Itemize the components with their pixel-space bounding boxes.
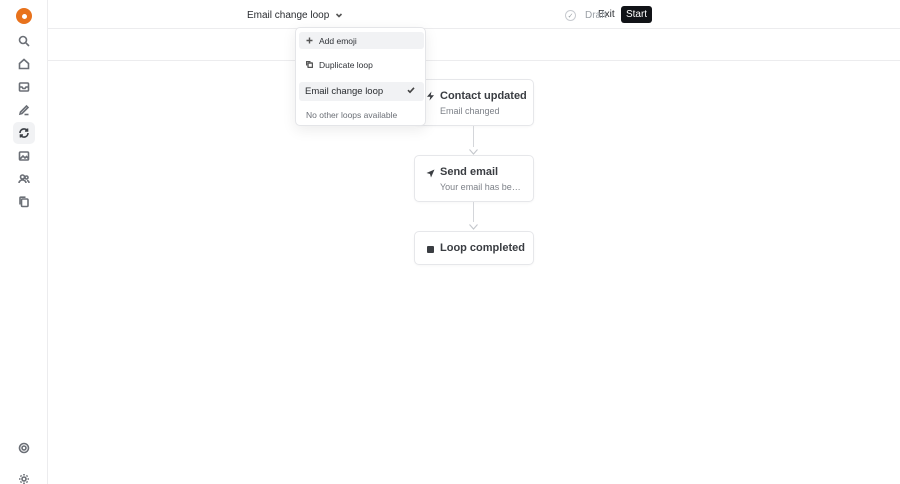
send-email-subtitle: Your email has been changed: [440, 182, 522, 192]
loop-completed-node[interactable]: Loop completed: [414, 231, 534, 265]
trigger-title: Contact updated: [440, 90, 527, 102]
start-button[interactable]: Start: [621, 6, 652, 23]
arrow-down-icon: [469, 143, 478, 155]
loop-title-dropdown[interactable]: Email change loop: [247, 7, 343, 23]
sidebar: [0, 0, 48, 484]
help-icon[interactable]: [13, 437, 35, 459]
pencil-icon[interactable]: [13, 99, 35, 121]
chevron-down-icon: [336, 13, 343, 18]
copy-icon[interactable]: [13, 191, 35, 213]
trigger-subtitle: Email changed: [440, 106, 500, 116]
add-emoji-label: Add emoji: [319, 35, 357, 46]
duplicate-loop-item[interactable]: Duplicate loop: [299, 56, 424, 73]
status-bar: [48, 29, 900, 61]
top-bar: [48, 0, 900, 29]
loops-logo-icon[interactable]: [16, 8, 32, 24]
plus-icon: [305, 37, 313, 44]
current-loop-label: Email change loop: [305, 86, 384, 97]
stop-icon: [425, 244, 435, 254]
loop-icon[interactable]: [13, 122, 35, 144]
current-loop-option[interactable]: Email change loop: [299, 82, 424, 101]
search-icon[interactable]: [13, 30, 35, 52]
status-badge: Draft: [585, 10, 607, 21]
settings-icon[interactable]: [13, 468, 35, 484]
inbox-icon[interactable]: [13, 76, 35, 98]
lightning-icon: [425, 91, 435, 101]
loop-completed-title: Loop completed: [440, 242, 525, 254]
users-icon[interactable]: [13, 168, 35, 190]
send-email-node[interactable]: Send email Your email has been changed: [414, 155, 534, 202]
home-icon[interactable]: [13, 53, 35, 75]
image-icon[interactable]: [13, 145, 35, 167]
send-email-title: Send email: [440, 166, 499, 178]
duplicate-loop-label: Duplicate loop: [319, 59, 373, 70]
checkmark-icon: [407, 86, 415, 94]
add-emoji-item[interactable]: Add emoji: [299, 32, 424, 49]
empty-loops-note: No other loops available: [306, 110, 398, 120]
copy-icon: [305, 61, 313, 68]
arrow-down-icon: [469, 218, 478, 230]
check-circle-icon: ✓: [565, 10, 576, 21]
trigger-node[interactable]: Contact updated Email changed: [414, 79, 534, 126]
loop-menu-dropdown: Add emoji Duplicate loop Email change lo…: [295, 27, 426, 126]
loop-title: Email change loop: [247, 9, 330, 21]
send-icon: [425, 168, 435, 178]
